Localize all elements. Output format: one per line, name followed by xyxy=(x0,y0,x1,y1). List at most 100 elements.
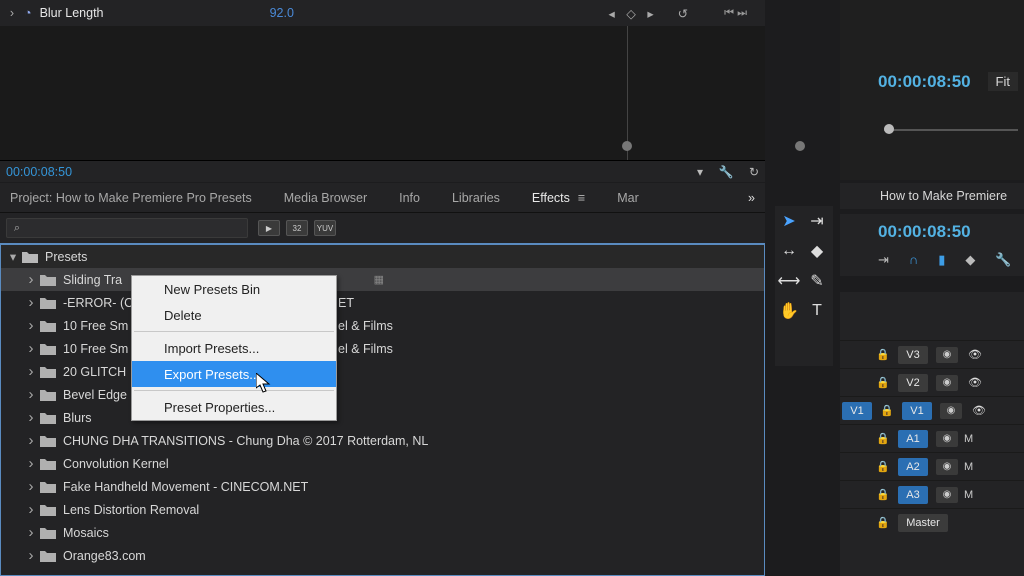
preset-item[interactable]: 10 Free Sm el & Films xyxy=(1,337,764,360)
linked-selection-icon[interactable]: ▮ xyxy=(938,252,945,268)
wrench-icon[interactable]: 🔧 xyxy=(719,165,734,179)
chevron-right-icon[interactable] xyxy=(23,271,39,288)
effects-search-box[interactable]: ⌕ xyxy=(6,218,248,238)
mute-button[interactable]: M xyxy=(964,433,973,445)
track-row[interactable]: V1 🔒 V1 ◉ 👁 xyxy=(840,396,1024,424)
sequence-tab[interactable]: How to Make Premiere xyxy=(840,183,1024,209)
preset-item[interactable]: Mosaics xyxy=(1,521,764,544)
32bit-chip[interactable]: 32 xyxy=(286,220,308,236)
slip-tool-icon[interactable]: ⟷ xyxy=(775,266,803,296)
lock-icon[interactable]: 🔒 xyxy=(874,404,900,417)
reset-param-icon[interactable]: ↺ xyxy=(678,6,688,21)
lock-icon[interactable]: 🔒 xyxy=(870,376,896,389)
chevron-right-icon[interactable] xyxy=(23,409,39,426)
track-label[interactable]: A2 xyxy=(898,458,928,476)
param-value[interactable]: 92.0 xyxy=(270,6,294,20)
preset-item[interactable]: Fake Handheld Movement - CINECOM.NET xyxy=(1,475,764,498)
track-label[interactable]: A1 xyxy=(898,430,928,448)
snap-icon[interactable]: ∩ xyxy=(909,252,918,268)
effects-search-input[interactable] xyxy=(27,221,227,235)
panel-menu-icon[interactable]: ≡ xyxy=(578,191,585,205)
chevron-right-icon[interactable] xyxy=(23,294,39,311)
lock-icon[interactable]: 🔒 xyxy=(870,432,896,445)
track-label[interactable]: A3 xyxy=(898,486,928,504)
selection-tool-icon[interactable]: ➤ xyxy=(775,206,803,236)
track-toggle[interactable]: ◉ xyxy=(936,487,958,503)
preset-item[interactable]: Blurs xyxy=(1,406,764,429)
preset-item[interactable]: Convolution Kernel xyxy=(1,452,764,475)
preset-item[interactable]: Bevel Edge xyxy=(1,383,764,406)
keyframe-jump-icons[interactable]: ⏮ ⏭ xyxy=(724,7,747,20)
track-select-tool-icon[interactable]: ⇥ xyxy=(803,206,831,236)
presets-root[interactable]: Presets xyxy=(1,245,764,268)
preset-item[interactable]: -ERROR- (C ET xyxy=(1,291,764,314)
preset-item[interactable]: 10 Free Sm el & Films xyxy=(1,314,764,337)
eye-icon[interactable]: 👁 xyxy=(964,348,986,361)
mute-button[interactable]: M xyxy=(964,489,973,501)
track-toggle[interactable]: ◉ xyxy=(936,459,958,475)
chevron-right-icon[interactable] xyxy=(23,363,39,380)
tab-info[interactable]: Info xyxy=(383,183,436,212)
track-toggle[interactable]: ◉ xyxy=(936,375,958,391)
timeline-timecode[interactable]: 00:00:08:50 xyxy=(840,214,1024,248)
effect-zoom-handle[interactable] xyxy=(795,141,805,151)
settings-icon[interactable]: 🔧 xyxy=(995,252,1011,268)
param-expand-chevron[interactable]: › xyxy=(0,6,24,20)
eye-icon[interactable]: 👁 xyxy=(964,376,986,389)
preset-item[interactable]: 20 GLITCH xyxy=(1,360,764,383)
track-label[interactable]: Master xyxy=(898,514,948,532)
track-toggle[interactable]: ◉ xyxy=(936,347,958,363)
track-label[interactable]: V1 xyxy=(902,402,932,420)
track-row[interactable]: 🔒 A1 ◉ M xyxy=(840,424,1024,452)
chevron-right-icon[interactable] xyxy=(23,317,39,334)
source-patch[interactable]: V1 xyxy=(842,402,872,420)
chevron-down-icon[interactable] xyxy=(5,249,21,264)
chevron-right-icon[interactable] xyxy=(23,432,39,449)
chevron-right-icon[interactable] xyxy=(23,386,39,403)
zoom-fit-dropdown[interactable]: Fit xyxy=(988,72,1018,91)
ripple-edit-tool-icon[interactable]: ↔ xyxy=(775,236,803,266)
tab-project[interactable]: Project: How to Make Premiere Pro Preset… xyxy=(0,183,268,212)
lock-icon[interactable]: 🔒 xyxy=(870,516,896,529)
effect-controls-timecode[interactable]: 00:00:08:50 xyxy=(0,165,72,179)
keyframe-nav[interactable]: ◂ ◇ ▸ xyxy=(609,6,658,21)
track-label[interactable]: V3 xyxy=(898,346,928,364)
chevron-right-icon[interactable] xyxy=(23,455,39,472)
yuv-chip[interactable]: YUV xyxy=(314,220,336,236)
preset-item[interactable]: Sliding Tra ▦ xyxy=(1,268,764,291)
type-tool-icon[interactable]: T xyxy=(803,296,831,326)
lock-icon[interactable]: 🔒 xyxy=(870,488,896,501)
ctx-preset-properties[interactable]: Preset Properties... xyxy=(132,394,336,420)
effect-playhead-handle[interactable] xyxy=(622,141,632,151)
chevron-right-icon[interactable] xyxy=(23,524,39,541)
stopwatch-icon[interactable]: ◔ xyxy=(24,6,32,20)
tab-media-browser[interactable]: Media Browser xyxy=(268,183,383,212)
track-row[interactable]: 🔒 V3 ◉ 👁 xyxy=(840,340,1024,368)
ctx-new-presets-bin[interactable]: New Presets Bin xyxy=(132,276,336,302)
track-toggle[interactable]: ◉ xyxy=(936,431,958,447)
track-label[interactable]: V2 xyxy=(898,374,928,392)
effects-tree[interactable]: Presets Sliding Tra ▦ -ERROR- (C ET 10 F… xyxy=(0,243,765,576)
tabs-overflow-icon[interactable]: » xyxy=(748,191,765,205)
preset-item[interactable]: CHUNG DHA TRANSITIONS - Chung Dha © 2017… xyxy=(1,429,764,452)
accelerated-fx-chip[interactable]: ▶ xyxy=(258,220,280,236)
preset-item[interactable]: Lens Distortion Removal xyxy=(1,498,764,521)
hand-tool-icon[interactable]: ✋ xyxy=(775,296,803,326)
chevron-right-icon[interactable] xyxy=(23,340,39,357)
tab-markers[interactable]: Mar xyxy=(601,183,655,212)
razor-tool-icon[interactable]: ◆ xyxy=(803,236,831,266)
eye-icon[interactable]: 👁 xyxy=(968,404,990,417)
program-scrubber[interactable] xyxy=(884,122,1018,138)
effect-controls-timeline[interactable] xyxy=(0,26,765,163)
marker-icon[interactable]: ◆ xyxy=(965,252,975,268)
insert-mode-icon[interactable]: ⇥ xyxy=(878,252,889,268)
chevron-right-icon[interactable] xyxy=(23,547,39,564)
lock-icon[interactable]: 🔒 xyxy=(870,460,896,473)
track-row[interactable]: 🔒 V2 ◉ 👁 xyxy=(840,368,1024,396)
track-row[interactable]: 🔒 Master xyxy=(840,508,1024,536)
ctx-export-presets[interactable]: Export Presets... xyxy=(132,361,336,387)
track-row[interactable]: 🔒 A2 ◉ M xyxy=(840,452,1024,480)
loop-icon[interactable]: ↻ xyxy=(749,165,759,179)
program-timecode[interactable]: 00:00:08:50 xyxy=(878,72,971,92)
chevron-right-icon[interactable] xyxy=(23,501,39,518)
